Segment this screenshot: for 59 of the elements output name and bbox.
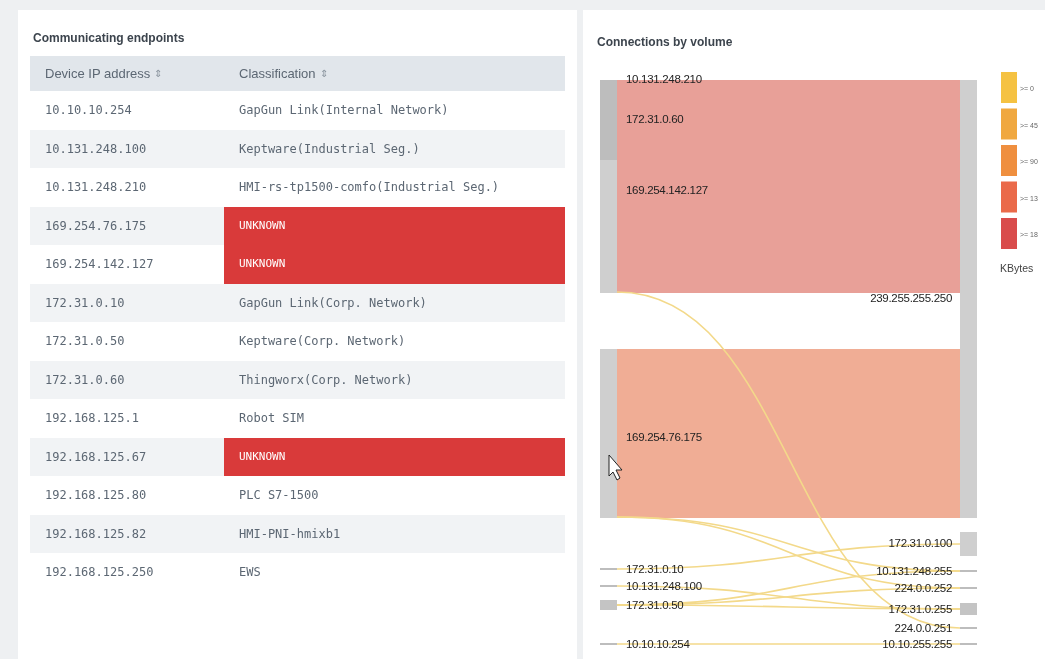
flagged-cell: UNKNOWN: [224, 245, 565, 284]
target-node[interactable]: [960, 603, 977, 615]
table-cell-text: 192.168.125.80: [44, 487, 148, 505]
table-cell-text: EWS: [238, 564, 262, 582]
table-cell-text: Thingworx(Corp. Network): [238, 371, 414, 389]
table-cell-text: 192.168.125.67: [44, 448, 148, 466]
target-node[interactable]: [960, 532, 977, 556]
node-label: 172.31.0.50: [626, 599, 684, 611]
cursor-icon: [608, 454, 623, 481]
column-header[interactable]: Device IP address ⇕: [30, 56, 224, 91]
table-cell-text: 169.254.76.175: [44, 217, 148, 235]
node-label: 224.0.0.252: [894, 582, 952, 594]
sort-icon[interactable]: ⇕: [319, 66, 328, 81]
node-label: 172.31.0.100: [888, 537, 952, 549]
table-cell-text: 169.254.142.127: [44, 256, 155, 274]
node-label: 10.10.255.255: [882, 638, 952, 650]
source-node[interactable]: [600, 600, 617, 610]
table-cell-text: Keptware(Industrial Seg.): [238, 140, 421, 158]
source-node[interactable]: [600, 80, 617, 100]
table-cell-text: Keptware(Corp. Network): [238, 333, 407, 351]
column-header[interactable]: Classification ⇕: [224, 56, 565, 91]
table-cell-text: HMI-rs-tp1500-comfo(Industrial Seg.): [238, 179, 501, 197]
node-label: 169.254.76.175: [626, 431, 702, 443]
table-cell-text: GapGun Link(Internal Network): [238, 102, 450, 120]
node-label: 172.31.0.60: [626, 113, 684, 125]
sort-icon[interactable]: ⇕: [154, 66, 163, 81]
node-label: 10.131.248.210: [626, 73, 702, 85]
table-cell-text: Robot SIM: [238, 410, 306, 428]
table-cell-text: 10.10.10.254: [44, 102, 133, 120]
table-cell-text: 172.31.0.60: [44, 371, 126, 389]
table-cell-text: 192.168.125.1: [44, 410, 140, 428]
source-node[interactable]: [600, 100, 617, 160]
node-label: 224.0.0.251: [894, 622, 952, 634]
target-node[interactable]: [960, 80, 977, 518]
table-cell-text: HMI-PNI-hmixb1: [238, 525, 342, 543]
flow-line[interactable]: [616, 643, 961, 645]
legend-unit: KBytes: [1000, 262, 1034, 274]
panel-title: Connections by volume: [597, 34, 733, 51]
panel-title: Communicating endpoints: [32, 30, 186, 47]
table-cell-text: GapGun Link(Corp. Network): [238, 294, 428, 312]
flagged-cell: UNKNOWN: [224, 206, 565, 245]
node-label: 172.31.0.10: [626, 563, 684, 575]
table-cell-text: PLC S7-1500: [238, 487, 320, 505]
node-label: 169.254.142.127: [626, 184, 708, 196]
node-label: 10.131.248.255: [876, 565, 952, 577]
source-node[interactable]: [600, 349, 617, 518]
table-cell-text: 172.31.0.10: [44, 294, 126, 312]
table-cell-text: 192.168.125.250: [44, 564, 155, 582]
node-label: 10.10.10.254: [626, 638, 690, 650]
table-cell-text: 10.131.248.100: [44, 140, 148, 158]
flagged-cell: UNKNOWN: [224, 437, 565, 476]
flow-band[interactable]: [617, 160, 960, 293]
table-cell-text: 172.31.0.50: [44, 333, 126, 351]
node-label: 239.255.255.250: [870, 292, 952, 304]
table-cell-text: 192.168.125.82: [44, 525, 148, 543]
table-cell-text: 10.131.248.210: [44, 179, 148, 197]
node-label: 10.131.248.100: [626, 580, 702, 592]
node-label: 172.31.0.255: [888, 603, 952, 615]
source-node[interactable]: [600, 160, 617, 293]
